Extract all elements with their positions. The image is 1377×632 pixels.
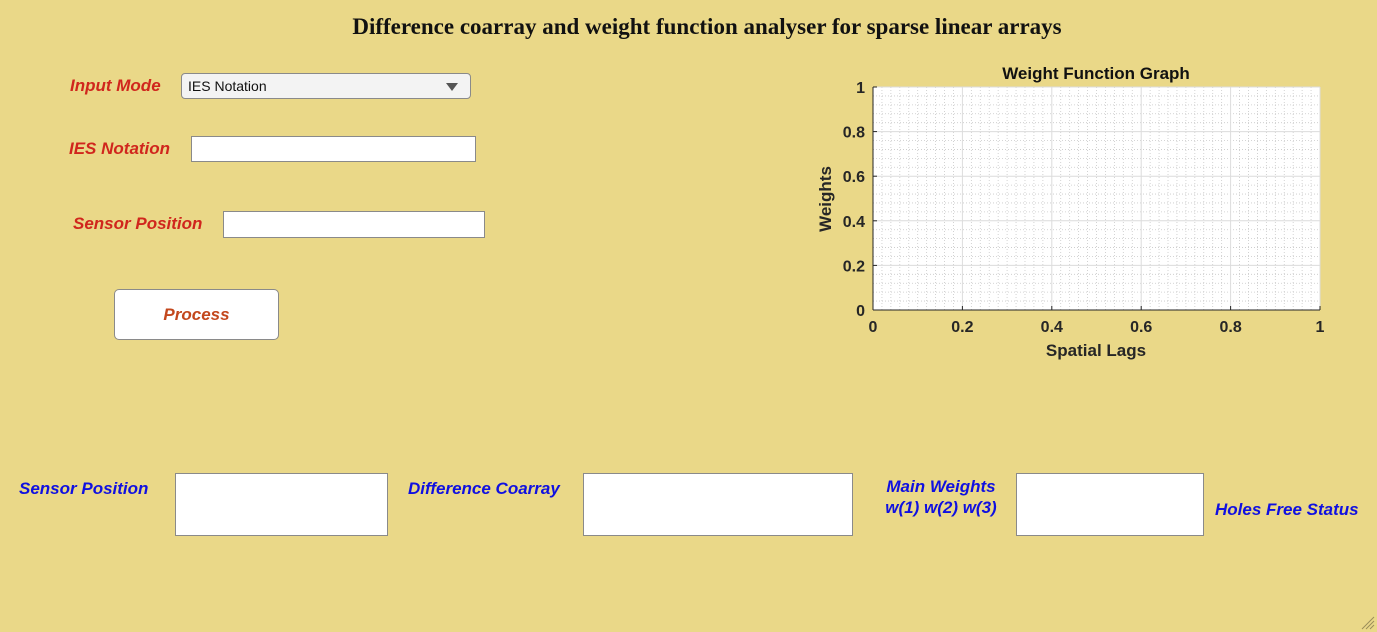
x-tick-label: 0.2 xyxy=(951,319,973,336)
y-tick-label: 0 xyxy=(856,303,865,320)
x-tick-label: 0.4 xyxy=(1041,319,1063,336)
main-weights-output xyxy=(1016,473,1204,536)
y-tick-label: 0.2 xyxy=(843,258,865,275)
sensor-position-output xyxy=(175,473,388,536)
x-tick-label: 0.8 xyxy=(1219,319,1241,336)
y-tick-label: 0.6 xyxy=(843,169,865,186)
input-mode-label: Input Mode xyxy=(70,76,161,95)
ies-notation-input[interactable] xyxy=(191,136,476,162)
x-tick-label: 0 xyxy=(869,319,878,336)
y-tick-label: 0.8 xyxy=(843,125,865,142)
sensor-position-input-label: Sensor Position xyxy=(73,214,203,233)
weight-function-chart: Weight Function Graph 0 0.2 0.4 0.6 0.8 1 0 0.… xyxy=(816,64,1325,360)
x-tick-label: 1 xyxy=(1316,319,1325,336)
input-mode-selected: IES Notation xyxy=(188,78,267,94)
y-tick-labels: 0 0.2 0.4 0.6 0.8 1 xyxy=(843,80,865,320)
input-mode-dropdown[interactable]: IES Notation xyxy=(181,73,471,99)
y-tick-label: 0.4 xyxy=(843,214,865,231)
main-weights-label-line1: Main Weights xyxy=(886,477,996,496)
chart-title: Weight Function Graph xyxy=(1002,64,1190,83)
difference-coarray-label: Difference Coarray xyxy=(408,479,560,498)
main-weights-label: Main Weights w(1) w(2) w(3) xyxy=(878,476,1004,518)
holes-free-status-label: Holes Free Status xyxy=(1215,500,1359,519)
ies-notation-label: IES Notation xyxy=(69,139,171,158)
page-title: Difference coarray and weight function a… xyxy=(352,14,1062,39)
difference-coarray-output xyxy=(583,473,853,536)
y-axis-label: Weights xyxy=(816,166,835,232)
sensor-position-output-label: Sensor Position xyxy=(19,479,149,498)
x-tick-label: 0.6 xyxy=(1130,319,1152,336)
sensor-position-input[interactable] xyxy=(223,211,485,238)
chevron-down-icon xyxy=(446,83,458,91)
x-axis-label: Spatial Lags xyxy=(1046,341,1146,360)
x-tick-labels: 0 0.2 0.4 0.6 0.8 1 xyxy=(869,319,1325,336)
main-weights-label-line2: w(1) w(2) w(3) xyxy=(885,498,997,517)
y-tick-label: 1 xyxy=(856,80,865,97)
resize-grip-icon[interactable] xyxy=(1359,614,1375,630)
process-button[interactable]: Process xyxy=(114,289,279,340)
